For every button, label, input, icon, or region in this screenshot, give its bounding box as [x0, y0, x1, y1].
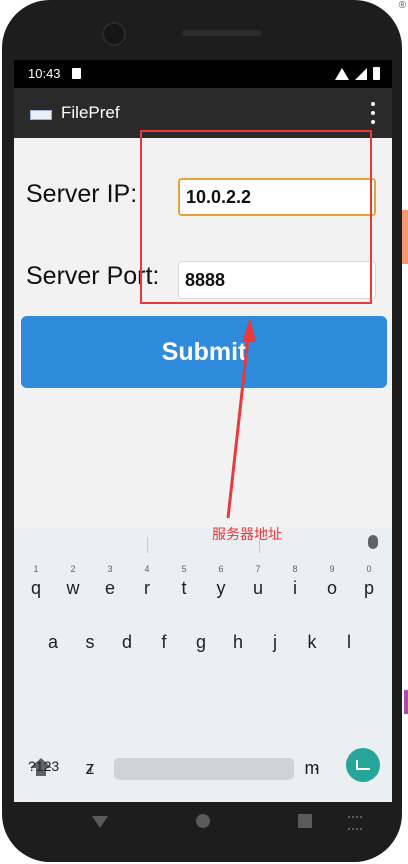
annotation-label: 服务器地址 [212, 526, 282, 542]
annotation-arrow [226, 318, 256, 519]
side-color-strip [404, 690, 408, 714]
registered-mark: ® [398, 0, 406, 11]
side-color-strip [402, 210, 408, 264]
